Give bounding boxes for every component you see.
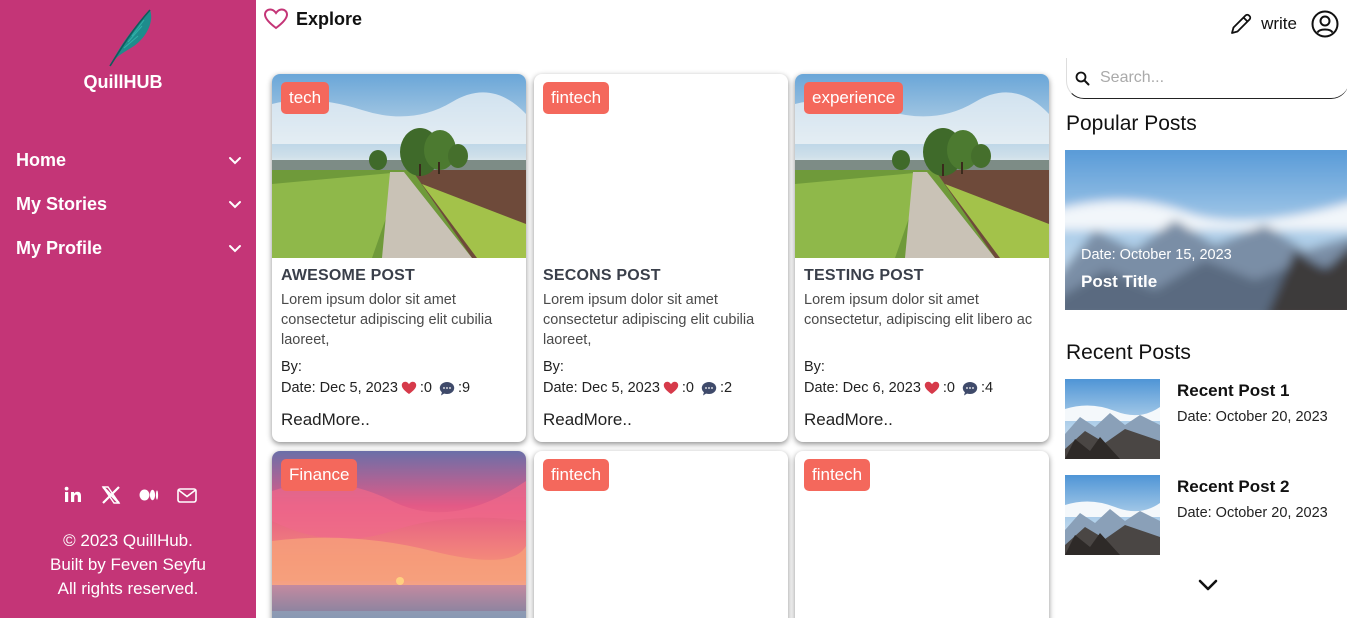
post-title: AWESOME POST	[281, 267, 415, 284]
popular-post-date: Date: October 15, 2023	[1081, 247, 1232, 263]
chevron-down-icon[interactable]	[1197, 576, 1219, 594]
footer-rights: All rights reserved.	[57, 579, 199, 598]
recent-post-item[interactable]: Recent Post 1 Date: October 20, 2023	[1065, 379, 1347, 459]
like-count: :0	[942, 380, 955, 396]
post-meta: Date: Dec 5, 2023 :0 :9	[281, 380, 470, 396]
popular-post-title: Post Title	[1081, 272, 1158, 291]
post-title: TESTING POST	[804, 267, 924, 284]
sidebar: QuillHUB Home My Stories My Profile © 20…	[0, 0, 256, 618]
post-meta: Date: Dec 6, 2023 :0 :4	[804, 380, 993, 396]
popular-post-card[interactable]: Date: October 15, 2023 Post Title	[1065, 150, 1347, 310]
comment-count: :2	[719, 380, 733, 396]
tag-badge[interactable]: Finance	[281, 459, 358, 491]
recent-post-item[interactable]: Recent Post 2 Date: October 20, 2023	[1065, 475, 1347, 555]
post-card[interactable]: Finance	[272, 451, 526, 618]
post-author: By:	[281, 359, 302, 375]
recent-posts-heading: Recent Posts	[1066, 341, 1191, 364]
footer-copyright: © 2023 QuillHub.	[63, 531, 193, 550]
post-excerpt: Lorem ipsum dolor sit amet consectetur a…	[281, 292, 493, 348]
sidebar-item-my-profile[interactable]: My Profile	[16, 234, 242, 262]
post-date: Date: Dec 6, 2023	[804, 380, 921, 396]
popular-posts-heading: Popular Posts	[1066, 112, 1197, 135]
user-circle-icon[interactable]	[1311, 10, 1339, 38]
heart-icon[interactable]	[924, 381, 940, 395]
search-box	[1066, 58, 1347, 99]
tag-badge[interactable]: experience	[804, 82, 904, 114]
chevron-down-icon	[229, 157, 241, 165]
post-excerpt: Lorem ipsum dolor sit amet consectetur, …	[804, 292, 1033, 328]
post-card[interactable]: tech AWESOME POST Lorem ipsum dolor sit …	[272, 74, 526, 442]
footer-credit: Built by Feven Seyfu	[50, 555, 206, 574]
recent-post-thumbnail	[1065, 475, 1160, 555]
sidebar-item-label: Home	[16, 149, 67, 170]
heart-icon[interactable]	[663, 381, 679, 395]
post-author: By:	[543, 359, 564, 375]
post-author: By:	[804, 359, 825, 375]
comment-icon[interactable]	[962, 381, 978, 396]
tag-badge[interactable]: fintech	[543, 82, 610, 114]
comment-count: :4	[980, 380, 994, 396]
like-count: :0	[681, 380, 694, 396]
post-card[interactable]: fintech	[534, 451, 788, 618]
top-actions: write	[1229, 10, 1339, 38]
linkedin-icon[interactable]	[62, 484, 84, 506]
recent-post-title: Recent Post 2	[1177, 477, 1290, 496]
x-icon[interactable]	[100, 484, 122, 506]
read-more-link[interactable]: ReadMore..	[804, 410, 893, 430]
comment-count: :9	[457, 380, 471, 396]
post-meta: Date: Dec 5, 2023 :0 :2	[543, 380, 732, 396]
post-card[interactable]: fintech	[795, 451, 1049, 618]
feather-logo-icon	[109, 9, 152, 67]
chevron-down-icon	[229, 245, 241, 253]
heart-icon[interactable]	[401, 381, 417, 395]
tag-badge[interactable]: fintech	[804, 459, 871, 491]
social-links	[62, 484, 198, 506]
medium-icon[interactable]	[138, 484, 160, 506]
like-count: :0	[419, 380, 432, 396]
pencil-icon[interactable]	[1229, 12, 1253, 36]
post-card[interactable]: fintech SECONS POST Lorem ipsum dolor si…	[534, 74, 788, 442]
page-title-label: Explore	[296, 8, 363, 29]
heart-outline-icon	[264, 8, 288, 30]
sidebar-item-label: My Profile	[16, 237, 103, 258]
comment-icon[interactable]	[701, 381, 717, 396]
search-input[interactable]	[1100, 69, 1320, 87]
read-more-link[interactable]: ReadMore..	[543, 410, 632, 430]
post-title: SECONS POST	[543, 267, 661, 284]
write-button[interactable]: write	[1261, 14, 1297, 34]
post-card[interactable]: experience TESTING POST Lorem ipsum dolo…	[795, 74, 1049, 442]
recent-post-date: Date: October 20, 2023	[1177, 505, 1328, 521]
post-excerpt: Lorem ipsum dolor sit amet consectetur a…	[543, 292, 755, 348]
tag-badge[interactable]: fintech	[543, 459, 610, 491]
comment-icon[interactable]	[439, 381, 455, 396]
brand-name[interactable]: QuillHUB	[0, 72, 246, 93]
recent-post-thumbnail	[1065, 379, 1160, 459]
chevron-down-icon	[229, 201, 241, 209]
page-title: Explore	[264, 8, 362, 30]
search-icon	[1075, 71, 1090, 85]
sidebar-item-my-stories[interactable]: My Stories	[16, 190, 242, 218]
post-date: Date: Dec 5, 2023	[543, 380, 660, 396]
mail-icon[interactable]	[176, 484, 198, 506]
sidebar-item-home[interactable]: Home	[16, 146, 242, 174]
post-date: Date: Dec 5, 2023	[281, 380, 398, 396]
recent-post-date: Date: October 20, 2023	[1177, 409, 1328, 425]
sidebar-item-label: My Stories	[16, 193, 108, 214]
recent-post-title: Recent Post 1	[1177, 381, 1290, 400]
read-more-link[interactable]: ReadMore..	[281, 410, 370, 430]
tag-badge[interactable]: tech	[281, 82, 330, 114]
